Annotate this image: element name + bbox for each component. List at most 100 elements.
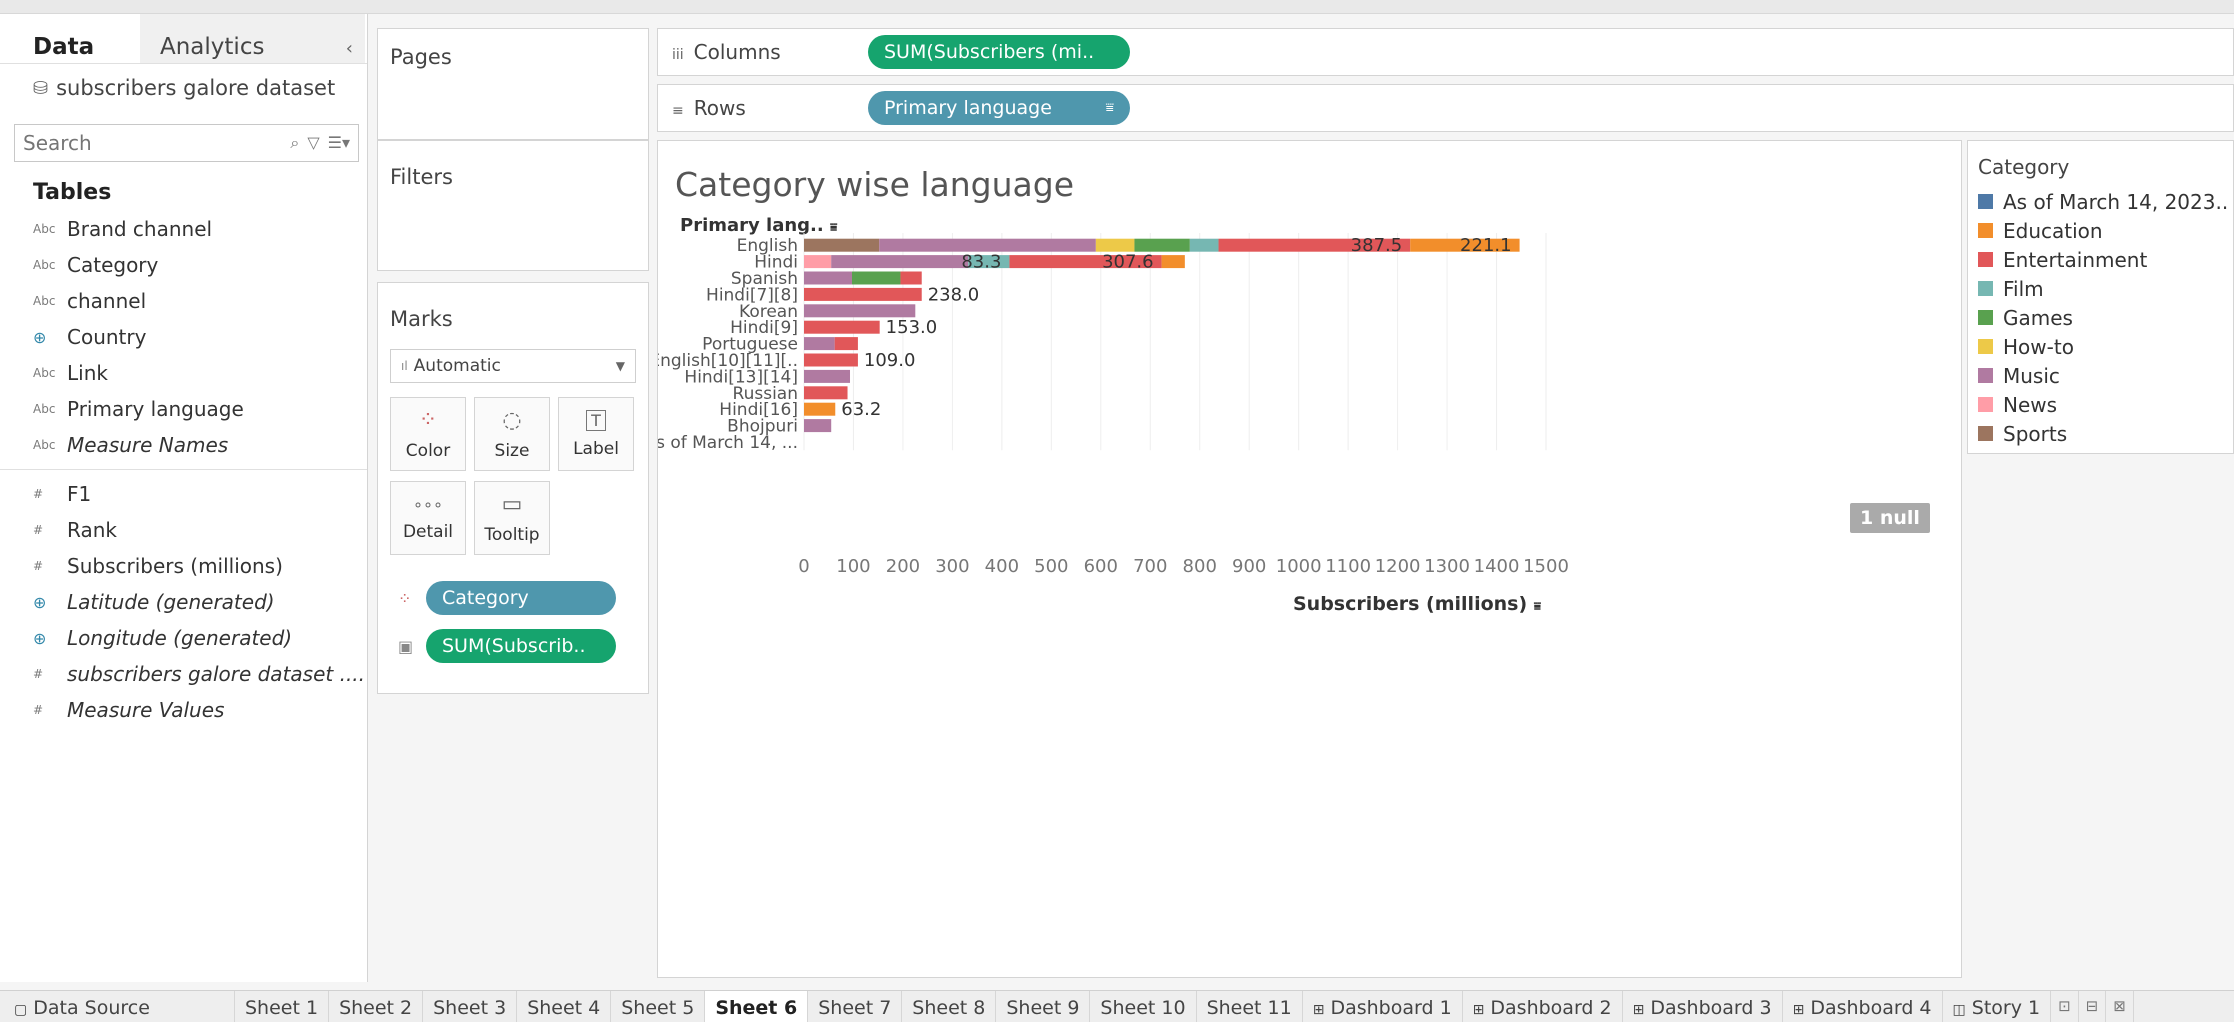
size-button[interactable]: ◌ Size [474,397,550,471]
bar-segment[interactable] [804,419,832,433]
bar-segment[interactable] [804,386,848,400]
legend-item[interactable]: Sports [1978,419,2233,448]
detail-button[interactable]: ∘∘∘ Detail [390,481,466,555]
legend-item[interactable]: As of March 14, 2023.. [1978,187,2233,216]
pages-card[interactable]: Pages [377,28,649,140]
sheet-tab[interactable]: Sheet 2 [329,991,424,1022]
bar-segment[interactable] [804,369,851,383]
x-axis-header[interactable]: Subscribers (millions) ⩸ [1293,593,1541,615]
bar-segment[interactable] [804,337,835,351]
search-icon[interactable]: ⌕ [290,133,299,153]
datasource-item[interactable]: ⛁ subscribers galore dataset [0,64,367,100]
legend-item-label: Education [2003,218,2103,243]
sheet-tab[interactable]: Sheet 11 [1197,991,1303,1022]
viz-area: Category wise language Primary lang.. ⩸ … [657,140,1962,978]
x-tick-label: 500 [1034,556,1068,577]
label-button[interactable]: T Label [558,397,634,471]
bar-segment[interactable] [831,255,969,269]
legend-item[interactable]: News [1978,390,2233,419]
rows-pill[interactable]: Primary language ⩸ [868,91,1130,125]
y-tick-label[interactable]: As of March 14, ... [658,433,798,453]
field-item[interactable]: Abc Link [0,355,367,391]
sheet-tab[interactable]: Sheet 3 [423,991,518,1022]
bar-segment[interactable] [879,238,1096,252]
color-button[interactable]: ⁘ Color [390,397,466,471]
legend-item-label: Film [2003,276,2044,301]
bar-segment[interactable] [804,304,916,318]
legend-item[interactable]: Music [1978,361,2233,390]
collapse-pane-icon[interactable]: ‹ [346,38,353,59]
new-worksheet-icon[interactable]: ⊡ [2051,991,2079,1022]
sheet-tab[interactable]: ⊞ Dashboard 3 [1623,991,1783,1022]
field-item[interactable]: # Subscribers (millions) [0,548,367,584]
geo-field-icon: ⊕ [33,592,47,612]
field-item[interactable]: Abc Brand channel [0,211,367,247]
field-item[interactable]: # Measure Values [0,692,367,728]
field-item[interactable]: ⊕ Longitude (generated) [0,620,367,656]
filter-icon[interactable]: ▽ [307,133,319,153]
search-box: ⌕ ▽ ☰▾ [14,124,359,162]
columns-shelf[interactable]: iii Columns SUM(Subscribers (mi.. [657,28,2234,76]
bar-segment[interactable] [804,271,852,285]
sheet-tab[interactable]: Sheet 6 [705,991,809,1022]
legend-item[interactable]: Education [1978,216,2233,245]
legend-swatch [1978,397,1993,412]
sheet-tab[interactable]: Sheet 1 [235,991,330,1022]
filters-card[interactable]: Filters [377,140,649,271]
sheet-tab[interactable]: Sheet 9 [996,991,1091,1022]
legend-item[interactable]: Film [1978,274,2233,303]
mark-type-dropdown[interactable]: ıl Automatic ▼ [390,349,636,383]
sheet-tab[interactable]: Sheet 7 [808,991,903,1022]
bar-segment[interactable] [900,271,922,285]
null-badge[interactable]: 1 null [1850,503,1930,533]
sheet-tab[interactable]: ◫ Story 1 [1943,991,2052,1022]
bar-chart: English 387.5 221.1Hindi 83.3 307.6SpanishHi… [658,233,1569,577]
field-item[interactable]: # F1 [0,476,367,512]
field-item[interactable]: ⊕ Latitude (generated) [0,584,367,620]
legend-item[interactable]: Games [1978,303,2233,332]
sheet-tab-bar: ▢ Data Source Sheet 1 Sheet 2 Sheet 3 Sheet … [0,990,2234,1022]
field-item[interactable]: # Rank [0,512,367,548]
category-pill[interactable]: Category [426,581,616,615]
geo-field-icon: ⊕ [33,628,47,648]
sheet-tab[interactable]: Sheet 5 [611,991,706,1022]
bar-segment[interactable] [804,353,858,367]
new-dashboard-icon[interactable]: ⊟ [2079,991,2107,1022]
legend-item[interactable]: Entertainment [1978,245,2233,274]
bar-segment[interactable] [804,238,880,252]
bar-segment[interactable] [804,402,836,416]
sheet-tab[interactable]: Sheet 8 [902,991,997,1022]
sum-subscribers-pill[interactable]: SUM(Subscrib.. [426,629,616,663]
legend-item[interactable]: How-to [1978,332,2233,361]
bar-segment[interactable] [1134,238,1190,252]
tab-analytics[interactable]: Analytics ‹ [140,14,365,63]
search-input[interactable] [23,131,243,155]
sheet-tab[interactable]: ⊞ Dashboard 2 [1463,991,1623,1022]
field-item[interactable]: Abc Category [0,247,367,283]
top-toolbar-strip [0,0,2234,14]
bar-segment[interactable] [1189,238,1219,252]
sheet-tab[interactable]: Sheet 4 [517,991,612,1022]
bar-segment[interactable] [804,287,922,301]
bar-segment[interactable] [1161,255,1185,269]
bar-segment[interactable] [1095,238,1135,252]
rows-shelf[interactable]: ≡ Rows Primary language ⩸ [657,84,2234,132]
bar-segment[interactable] [851,271,901,285]
field-item[interactable]: Abc channel [0,283,367,319]
field-item[interactable]: Abc Primary language [0,391,367,427]
bar-segment[interactable] [804,320,880,334]
field-item[interactable]: ⊕ Country [0,319,367,355]
columns-pill[interactable]: SUM(Subscribers (mi.. [868,35,1130,69]
bar-segment[interactable] [804,255,832,269]
new-story-icon[interactable]: ⊠ [2106,991,2134,1022]
field-item[interactable]: # subscribers galore dataset .... [0,656,367,692]
sheet-tab[interactable]: ⊞ Dashboard 4 [1783,991,1943,1022]
sheet-tab[interactable]: Sheet 10 [1090,991,1197,1022]
tooltip-button[interactable]: ▭ Tooltip [474,481,550,555]
data-source-tab[interactable]: ▢ Data Source [0,991,235,1022]
bar-segment[interactable] [834,337,858,351]
field-item[interactable]: Abc Measure Names [0,427,367,463]
tab-data[interactable]: Data [0,14,140,63]
sheet-tab[interactable]: ⊞ Dashboard 1 [1303,991,1463,1022]
view-options-icon[interactable]: ☰▾ [328,133,350,153]
